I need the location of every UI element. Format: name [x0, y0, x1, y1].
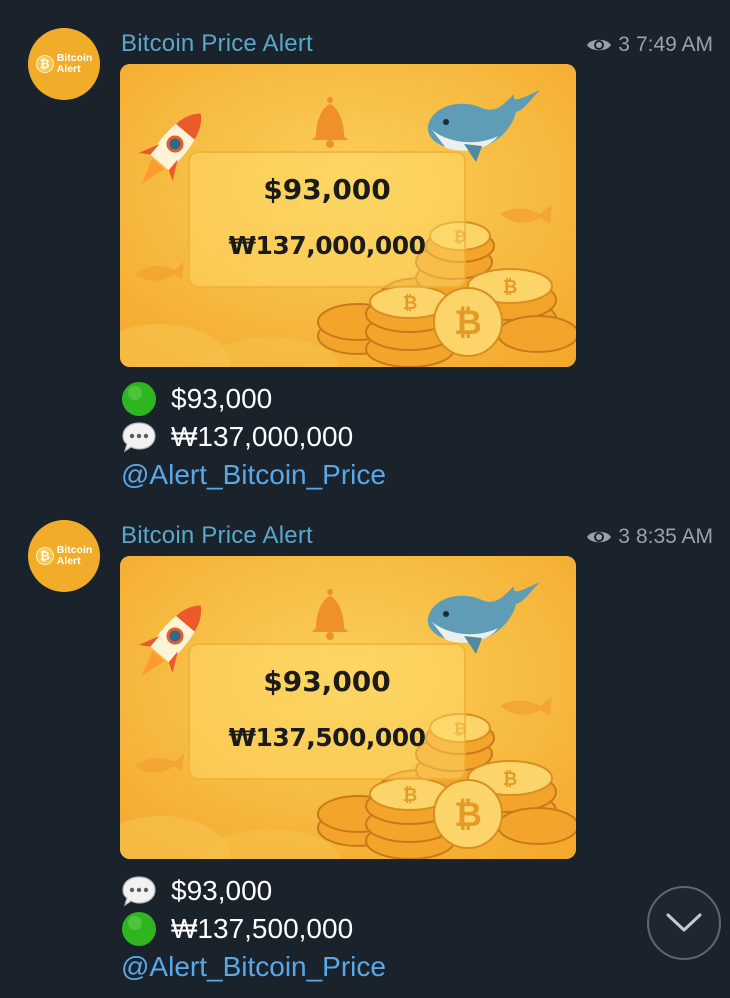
price-line-usd: $93,000 [121, 872, 386, 910]
bitcoin-coin-icon: ₿ [35, 55, 54, 73]
avatar-logo: ₿ Bitcoin Alert [35, 545, 93, 567]
price-usd-text: $93,000 [171, 875, 273, 906]
price-alert-image[interactable]: ₿ ₿ ₿ ₿ $93,000 ₩137,500,000 [120, 556, 576, 859]
sender-name[interactable]: Bitcoin Price Alert [121, 522, 313, 550]
price-line-krw: ₩137,000,000 [121, 418, 386, 456]
channel-link[interactable]: @Alert_Bitcoin_Price [121, 948, 386, 986]
speech-bubble-icon [122, 876, 156, 907]
svg-text:₿: ₿ [403, 785, 418, 806]
image-price-krw: ₩137,500,000 [228, 723, 426, 752]
message-meta: 3 8:35 AM [586, 525, 713, 549]
message-time: 7:49 AM [635, 33, 713, 56]
message-caption: $93,000 ₩137,500,000 @Alert_Bitcoin_Pric… [121, 872, 386, 986]
svg-text:₿: ₿ [503, 277, 518, 298]
avatar-logo: ₿ Bitcoin Alert [35, 53, 93, 75]
svg-text:₿: ₿ [454, 795, 482, 835]
green-circle-icon [122, 912, 156, 946]
speech-bubble-icon [122, 422, 156, 453]
svg-text:₿: ₿ [454, 303, 482, 343]
view-count: 3 [618, 525, 630, 548]
bitcoin-coin-icon: ₿ [35, 547, 54, 565]
view-count: 3 [618, 33, 630, 56]
avatar-label: Bitcoin Alert [57, 545, 93, 567]
price-card: $93,000 ₩137,500,000 [188, 643, 466, 780]
avatar-label: Bitcoin Alert [57, 53, 93, 75]
avatar-text-line2: Alert [56, 63, 81, 75]
avatar[interactable]: ₿ Bitcoin Alert [28, 28, 100, 100]
scroll-to-bottom-button[interactable] [647, 886, 721, 960]
svg-text:₿: ₿ [503, 769, 518, 790]
image-price-krw: ₩137,000,000 [228, 231, 426, 260]
price-alert-image[interactable]: ₿ ₿ ₿ ₿ $93,000 ₩137,000,000 [120, 64, 576, 367]
price-usd-text: $93,000 [171, 383, 273, 414]
price-krw-text: ₩137,000,000 [171, 421, 354, 452]
price-krw-text: ₩137,500,000 [171, 913, 354, 944]
price-line-krw: ₩137,500,000 [121, 910, 386, 948]
price-card: $93,000 ₩137,000,000 [188, 151, 466, 288]
message-time: 8:35 AM [635, 525, 713, 548]
message-caption: $93,000 ₩137,000,000 @Alert_Bitcoin_Pric… [121, 380, 386, 494]
channel-link[interactable]: @Alert_Bitcoin_Price [121, 456, 386, 494]
image-price-usd: $93,000 [263, 173, 391, 206]
eye-icon [587, 39, 612, 51]
green-circle-icon [122, 382, 156, 416]
message-meta: 3 7:49 AM [586, 33, 713, 57]
channel-post: ₿ Bitcoin Alert Bitcoin Price Alert 3 7:… [0, 26, 730, 496]
avatar-text-line2: Alert [56, 555, 81, 567]
eye-icon [587, 531, 612, 543]
price-line-usd: $93,000 [121, 380, 386, 418]
image-price-usd: $93,000 [263, 665, 391, 698]
avatar[interactable]: ₿ Bitcoin Alert [28, 520, 100, 592]
message-feed: ₿ Bitcoin Alert Bitcoin Price Alert 3 7:… [0, 0, 730, 998]
sender-name[interactable]: Bitcoin Price Alert [121, 30, 313, 58]
chevron-down-icon [666, 913, 702, 932]
channel-post: ₿ Bitcoin Alert Bitcoin Price Alert 3 8:… [0, 518, 730, 988]
svg-text:₿: ₿ [403, 293, 418, 314]
